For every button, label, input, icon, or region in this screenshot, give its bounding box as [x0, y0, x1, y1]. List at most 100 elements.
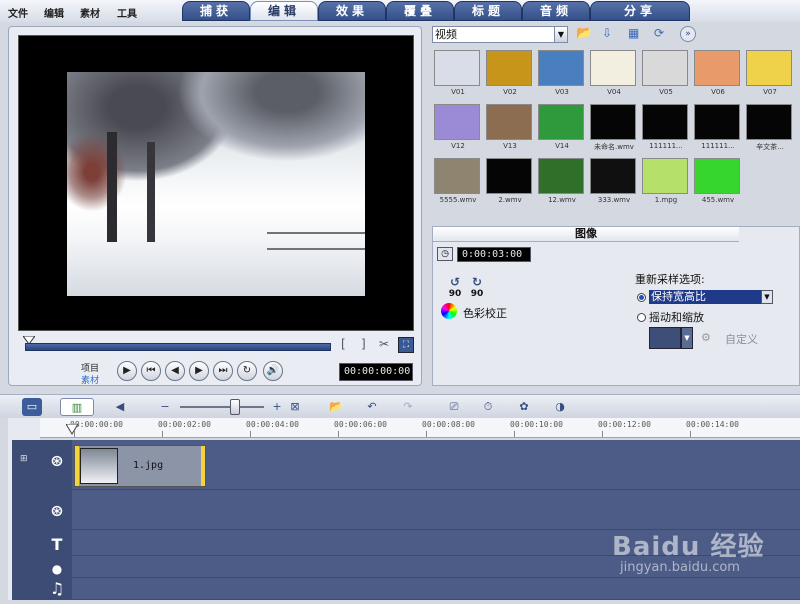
- tab-capture[interactable]: 捕获: [182, 1, 250, 21]
- library-thumbnail[interactable]: 2.wmv: [486, 158, 534, 214]
- library-thumbnail[interactable]: V12: [434, 104, 482, 160]
- library-thumbnail[interactable]: 辛文茶...: [746, 104, 794, 160]
- video-track-toggle-icon[interactable]: ⊞: [20, 454, 38, 466]
- mode-clip[interactable]: 素材: [81, 373, 99, 386]
- zoom-in-icon[interactable]: +: [270, 398, 284, 416]
- player-timecode[interactable]: 00:00:00:00: [339, 363, 413, 381]
- timeline-ruler[interactable]: 00:00:00:00 00:00:02:00 00:00:04:00 00:00:0…: [40, 418, 800, 438]
- next-frame-button[interactable]: ▶: [189, 361, 209, 381]
- reel-icon[interactable]: ✿: [514, 398, 534, 416]
- tab-overlay[interactable]: 覆叠: [386, 1, 454, 21]
- split-clip-icon[interactable]: ✂: [379, 337, 393, 353]
- play-button[interactable]: ▶: [117, 361, 137, 381]
- menu-clip[interactable]: 素材: [80, 5, 100, 20]
- mark-out-icon[interactable]: ]: [361, 337, 375, 353]
- library-thumbnail[interactable]: 12.wmv: [538, 158, 586, 214]
- thumbnail-image: [694, 158, 740, 194]
- library-options-icon[interactable]: ▦: [628, 26, 646, 42]
- ruler-tick: [338, 431, 339, 437]
- library-thumbnail[interactable]: V14: [538, 104, 586, 160]
- expand-icon[interactable]: »: [680, 26, 696, 42]
- thumbnail-caption: V03: [555, 88, 569, 96]
- audio-view-icon[interactable]: ◀: [110, 398, 130, 416]
- keep-aspect-radio[interactable]: [637, 293, 646, 302]
- fullscreen-icon[interactable]: ⛶: [398, 337, 414, 353]
- preset-arrow-icon[interactable]: ▼: [681, 327, 693, 349]
- options-tab-image[interactable]: 图像: [433, 227, 739, 242]
- zoom-slider-track[interactable]: [180, 406, 264, 408]
- custom-icon[interactable]: ⚙: [701, 331, 717, 345]
- tab-edit[interactable]: 编辑: [250, 1, 318, 21]
- library-thumbnail[interactable]: V06: [694, 50, 742, 106]
- library-thumbnail[interactable]: V03: [538, 50, 586, 106]
- record-capture-icon[interactable]: ⎚: [444, 398, 464, 416]
- pan-zoom-preset[interactable]: [649, 327, 681, 349]
- tab-share[interactable]: 分享: [590, 1, 690, 21]
- thumbnail-caption: 455.wmv: [701, 196, 735, 204]
- zoom-slider-handle[interactable]: [230, 399, 240, 415]
- previous-frame-button[interactable]: ◀: [165, 361, 185, 381]
- tab-title[interactable]: 标题: [454, 1, 522, 21]
- tab-effect[interactable]: 效果: [318, 1, 386, 21]
- library-thumbnail[interactable]: V05: [642, 50, 690, 106]
- end-button[interactable]: ⏭: [213, 361, 233, 381]
- resample-select[interactable]: 保持宽高比: [649, 290, 773, 304]
- thumbnail-caption: 333.wmv: [597, 196, 631, 204]
- playhead-marker[interactable]: [65, 423, 79, 439]
- color-wheel-icon[interactable]: [441, 303, 457, 319]
- scrub-bar[interactable]: [25, 343, 331, 351]
- duration-field[interactable]: 0:00:03:00: [457, 247, 531, 262]
- library-thumbnail[interactable]: 1.mpg: [642, 158, 690, 214]
- home-button[interactable]: ⏮: [141, 361, 161, 381]
- library-thumbnail[interactable]: 333.wmv: [590, 158, 638, 214]
- library-dropdown[interactable]: 视频: [432, 26, 568, 43]
- folder-open-icon[interactable]: 📂: [576, 26, 594, 42]
- video-track-icon[interactable]: ⊛: [42, 446, 72, 476]
- mark-in-icon[interactable]: [: [341, 337, 355, 353]
- storyboard-view-icon[interactable]: ▭: [22, 398, 42, 416]
- capture-icon[interactable]: ⟳: [654, 26, 672, 42]
- rotate-right-button[interactable]: ↻ 90: [467, 275, 487, 299]
- library-thumbnail[interactable]: V13: [486, 104, 534, 160]
- color-correction-label[interactable]: 色彩校正: [463, 305, 507, 321]
- library-thumbnail[interactable]: 111111...: [642, 104, 690, 160]
- library-thumbnail[interactable]: 455.wmv: [694, 158, 742, 214]
- rotate-left-button[interactable]: ↺ 90: [445, 275, 465, 299]
- library-thumbnail[interactable]: V04: [590, 50, 638, 106]
- timeline-view-icon[interactable]: ▥: [60, 398, 94, 416]
- library-thumbnail[interactable]: V07: [746, 50, 794, 106]
- zoom-out-icon[interactable]: −: [158, 398, 172, 416]
- library-thumbnail[interactable]: V01: [434, 50, 482, 106]
- pan-zoom-label[interactable]: 摇动和缩放: [649, 309, 704, 325]
- ruler-tick-label: 00:00:08:00: [422, 420, 475, 429]
- timer-icon[interactable]: ⏱: [478, 398, 498, 416]
- menu-file[interactable]: 文件: [8, 5, 28, 20]
- timeline-clip[interactable]: 1.jpg: [74, 445, 206, 487]
- menu-edit[interactable]: 编辑: [44, 5, 64, 20]
- thumbnail-caption: V14: [555, 142, 569, 150]
- dropdown-arrow-icon[interactable]: ▼: [554, 26, 568, 43]
- redo-icon[interactable]: ↷: [398, 398, 418, 416]
- menu-tools[interactable]: 工具: [117, 5, 137, 20]
- library-thumbnail[interactable]: 111111...: [694, 104, 742, 160]
- tab-audio[interactable]: 音频: [522, 1, 590, 21]
- select-arrow-icon[interactable]: ▼: [761, 290, 773, 304]
- repeat-button[interactable]: ↻: [237, 361, 257, 381]
- import-icon[interactable]: ⇩: [602, 26, 620, 42]
- surround-mixer-icon[interactable]: ◑: [550, 398, 570, 416]
- fit-project-icon[interactable]: ⊠: [288, 398, 302, 416]
- music-track[interactable]: [72, 578, 800, 600]
- overlay-track-icon[interactable]: ⊛: [42, 496, 72, 526]
- volume-button[interactable]: 🔊: [263, 361, 283, 381]
- custom-label[interactable]: 自定义: [725, 331, 758, 347]
- library-thumbnail[interactable]: 未命名.wmv: [590, 104, 638, 160]
- insert-media-icon[interactable]: 📂: [326, 398, 346, 416]
- pan-zoom-radio[interactable]: [637, 313, 646, 322]
- scrubber-handle[interactable]: [22, 334, 36, 345]
- overlay-track[interactable]: [72, 490, 800, 530]
- library-thumbnail[interactable]: 5555.wmv: [434, 158, 482, 214]
- undo-icon[interactable]: ↶: [362, 398, 382, 416]
- thumbnail-caption: 1.mpg: [654, 196, 678, 204]
- rotate-left-label: 90: [448, 289, 462, 299]
- library-thumbnail[interactable]: V02: [486, 50, 534, 106]
